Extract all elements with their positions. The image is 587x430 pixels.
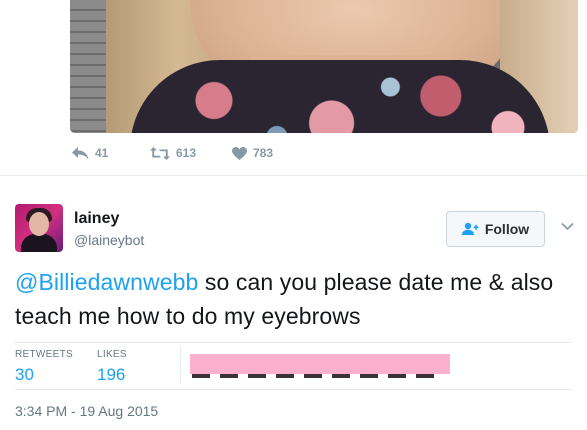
stats-separator [180, 346, 181, 384]
avatar-body [21, 234, 57, 252]
reply-button[interactable]: 41 [72, 146, 150, 160]
heart-icon [232, 146, 247, 160]
tweet-timestamp[interactable]: 3:34 PM - 19 Aug 2015 [15, 403, 158, 419]
tweet-text: @Billiedawnwebb so can you please date m… [15, 265, 580, 333]
tweet-photo[interactable] [70, 0, 578, 133]
retweet-icon [150, 146, 170, 160]
tweet-divider [0, 175, 587, 176]
like-count: 783 [253, 146, 274, 160]
retweets-label: RETWEETS [15, 349, 73, 360]
liker-avatar[interactable] [416, 374, 434, 378]
likes-stat[interactable]: LIKES 196 [97, 349, 127, 385]
stats-divider-top [15, 342, 572, 343]
retweet-count: 613 [176, 146, 197, 160]
liker-avatar[interactable] [304, 374, 322, 378]
mention-link[interactable]: @Billiedawnwebb [15, 269, 198, 295]
liker-avatar[interactable] [388, 374, 406, 378]
follow-button[interactable]: Follow [446, 211, 545, 247]
avatar[interactable] [15, 204, 63, 252]
redaction-bar [190, 354, 450, 374]
liker-avatar[interactable] [276, 374, 294, 378]
liker-avatar[interactable] [332, 374, 350, 378]
retweets-stat[interactable]: RETWEETS 30 [15, 349, 73, 385]
photo-floral-shirt [130, 60, 550, 133]
likes-label: LIKES [97, 349, 127, 360]
retweets-value: 30 [15, 365, 34, 384]
user-handle[interactable]: @laineybot [74, 232, 144, 248]
reply-count: 41 [95, 146, 109, 160]
liker-avatar[interactable] [248, 374, 266, 378]
stats-divider-bottom [15, 389, 572, 390]
retweet-button[interactable]: 613 [150, 146, 232, 160]
follow-label: Follow [484, 221, 530, 237]
liker-avatar[interactable] [220, 374, 238, 378]
likes-value: 196 [97, 365, 126, 384]
reply-icon [72, 146, 89, 159]
user-name[interactable]: lainey [74, 210, 119, 228]
previous-tweet: 41 613 783 [0, 0, 587, 176]
likers-avatars-redacted [190, 354, 450, 379]
like-button[interactable]: 783 [232, 146, 273, 160]
liker-avatar[interactable] [192, 374, 210, 378]
avatar-face [29, 212, 49, 236]
tweet-actions: 41 613 783 [72, 146, 273, 160]
liker-avatar[interactable] [360, 374, 378, 378]
chevron-down-icon[interactable] [561, 222, 574, 231]
add-user-icon [461, 222, 479, 235]
